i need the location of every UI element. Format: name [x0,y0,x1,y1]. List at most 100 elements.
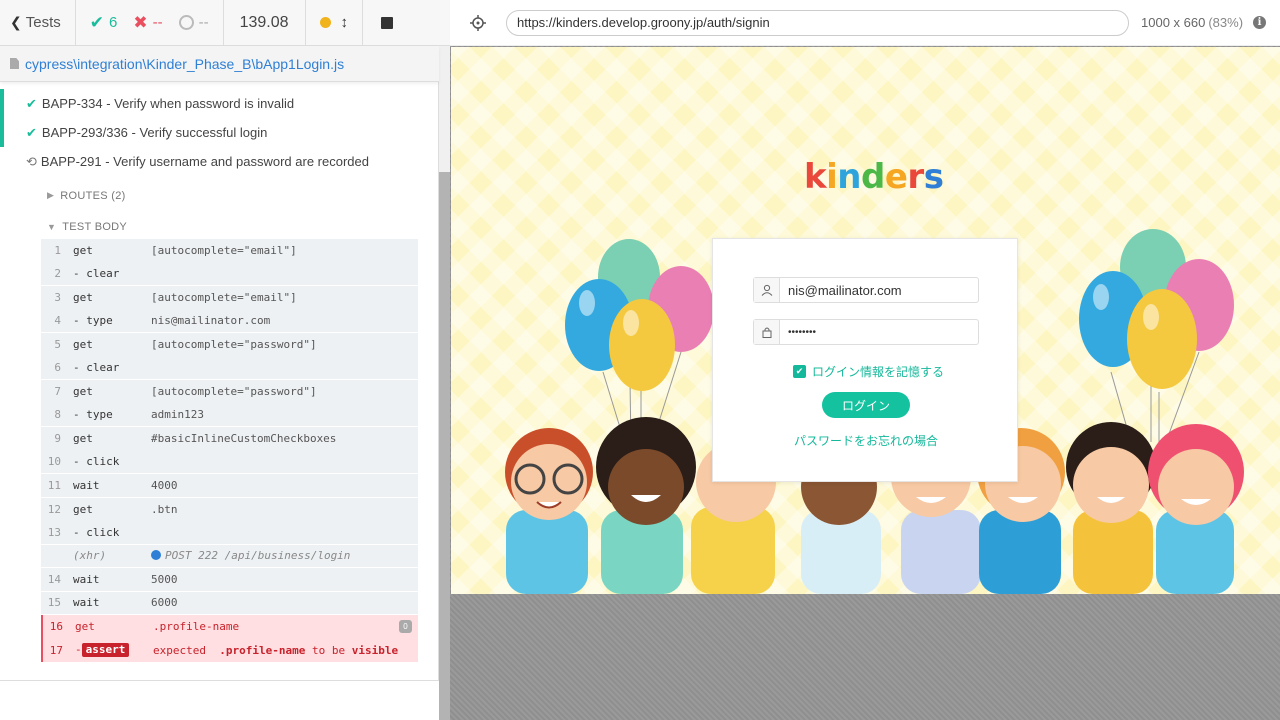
file-icon [10,58,19,69]
command-log: 1 get [autocomplete="email"] 2 - clear 3 get… [41,239,418,662]
command-row[interactable]: 4 - type nis@mailinator.com [41,309,418,333]
running-spinner-icon: ⟲ [26,153,37,169]
command-number: 9 [54,432,61,446]
command-name: get [73,385,93,399]
password-field[interactable]: •••••••• [753,319,979,345]
reporter-footer [0,680,439,720]
test-title: BAPP-291 - Verify username and password … [40,154,369,169]
kinders-logo: kinders [804,157,944,197]
command-row[interactable]: 1 get [autocomplete="email"] [41,239,418,263]
running-status-dot-icon [319,17,331,28]
command-name: wait [73,478,100,492]
routes-label: ROUTES (2) [60,189,126,202]
command-number: 3 [54,291,61,305]
spec-file-path[interactable]: cypress\integration\Kinder_Phase_B\bApp1… [25,56,344,72]
command-row[interactable]: 13 - click [41,521,418,545]
command-message: [autocomplete="email"] [151,244,297,258]
test-row[interactable]: ✔ BAPP-334 - Verify when password is inv… [0,89,439,118]
command-message: admin123 [151,408,204,422]
routes-section-header[interactable]: ▶ ROUTES (2) [0,180,439,211]
test-title: BAPP-334 - Verify when password is inval… [41,96,295,111]
auto-scroll-toggle-icon[interactable]: ↕ [341,14,349,31]
xhr-message: POST 222 /api/business/login [165,549,351,563]
test-title: BAPP-293/336 - Verify successful login [41,125,268,140]
command-message: .profile-name [153,620,240,634]
xhr-command-row[interactable]: (xhr) POST 222 /api/business/login [41,544,418,568]
command-number: 10 [47,455,61,469]
command-number: 12 [47,502,61,516]
command-row[interactable]: 10 - click [41,450,418,474]
remember-me[interactable]: ✔ ログイン情報を記憶する [793,363,944,380]
command-row[interactable]: 3 get [autocomplete="email"] [41,286,418,310]
command-message: 5000 [151,572,178,586]
email-field[interactable]: nis@mailinator.com [753,277,979,303]
command-row[interactable]: 9 get #basicInlineCustomCheckboxes [41,427,418,451]
info-icon[interactable]: i [1253,16,1267,29]
logo-letter: d [861,157,885,197]
command-message: [autocomplete="email"] [151,291,297,305]
tests-label: Tests [25,14,61,31]
aut-url: https://kinders.develop.groony.jp/auth/s… [517,15,770,30]
caret-right-icon: ▶ [47,190,55,200]
crosshair-icon [470,14,486,31]
forgot-password-link[interactable]: パスワードをお忘れの場合 [713,432,1019,449]
test-row[interactable]: ✔ BAPP-293/336 - Verify successful login [0,118,439,147]
command-row[interactable]: 14 wait 5000 [41,568,418,592]
command-number: 17 [49,643,63,657]
failed-count: ✖ -- [133,13,162,33]
command-row[interactable]: 7 get [autocomplete="password"] [41,380,418,404]
command-message: POST 222 /api/business/login [151,549,418,562]
login-button[interactable]: ログイン [822,392,910,418]
failed-assert-row[interactable]: 17- assert expected .profile-name to be vi… [41,638,418,662]
chevron-left-icon: ❮ [10,14,22,30]
command-name: wait [73,572,100,586]
command-row[interactable]: 11 wait 4000 [41,474,418,498]
run-controls: ↕ [306,0,364,45]
command-name: - click [73,455,120,469]
test-body-section-header[interactable]: ▼ TEST BODY [0,211,439,242]
reporter-header: ❮ Tests ✔ 6 ✖ -- -- 139.08 ↕ [0,0,450,46]
tests-back-button[interactable]: ❮ Tests [0,0,76,45]
caret-down-icon: ▼ [47,221,57,232]
stop-icon [381,16,394,29]
command-name: wait [73,596,100,610]
command-message: .btn [151,502,178,516]
test-list: ✔ BAPP-334 - Verify when password is inv… [0,82,439,680]
selector-playground-button[interactable] [450,14,506,31]
assert-expected: visible [351,643,399,657]
command-number: 1 [54,244,61,258]
command-name: get [73,502,93,516]
pending-count: -- [178,14,209,31]
command-number: 6 [54,361,61,375]
command-row[interactable]: 15 wait 6000 [41,591,418,615]
stop-button[interactable] [363,0,411,45]
failed-command-row[interactable]: 16 get .profile-name 0 [41,615,418,639]
passed-check-icon: ✔ [26,124,37,140]
logo-letter: e [884,157,908,197]
command-number: 14 [47,572,61,586]
command-row[interactable]: 8 - type admin123 [41,403,418,427]
command-name: - assert [75,643,153,658]
command-row[interactable]: 12 get .btn [41,497,418,521]
command-row[interactable]: 6 - clear [41,356,418,380]
command-number: 15 [47,596,61,610]
aut-url-bar[interactable]: https://kinders.develop.groony.jp/auth/s… [506,9,1129,36]
viewport-size: 1000 x 660 (83%) [1141,15,1243,30]
command-row[interactable]: 2 - clear [41,262,418,286]
command-name: get [73,291,93,305]
viewport-dimensions: 1000 x 660 [1141,15,1206,30]
command-number: 4 [54,314,61,328]
checkbox-checked-icon[interactable]: ✔ [793,365,806,378]
command-message: [autocomplete="password"] [151,385,317,399]
pending-circle-icon [178,15,194,30]
element-count-badge: 0 [399,620,412,634]
command-name: get [73,244,93,258]
command-row[interactable]: 5 get [autocomplete="password"] [41,333,418,357]
failed-value: -- [152,14,163,31]
command-message: [autocomplete="password"] [151,338,317,352]
duration: 139.08 [224,0,306,45]
reporter-scrollbar-thumb[interactable] [439,172,450,720]
command-number: 2 [54,267,61,281]
test-row-running[interactable]: ⟲ BAPP-291 - Verify username and passwor… [0,147,439,176]
command-name: - clear [73,267,120,281]
